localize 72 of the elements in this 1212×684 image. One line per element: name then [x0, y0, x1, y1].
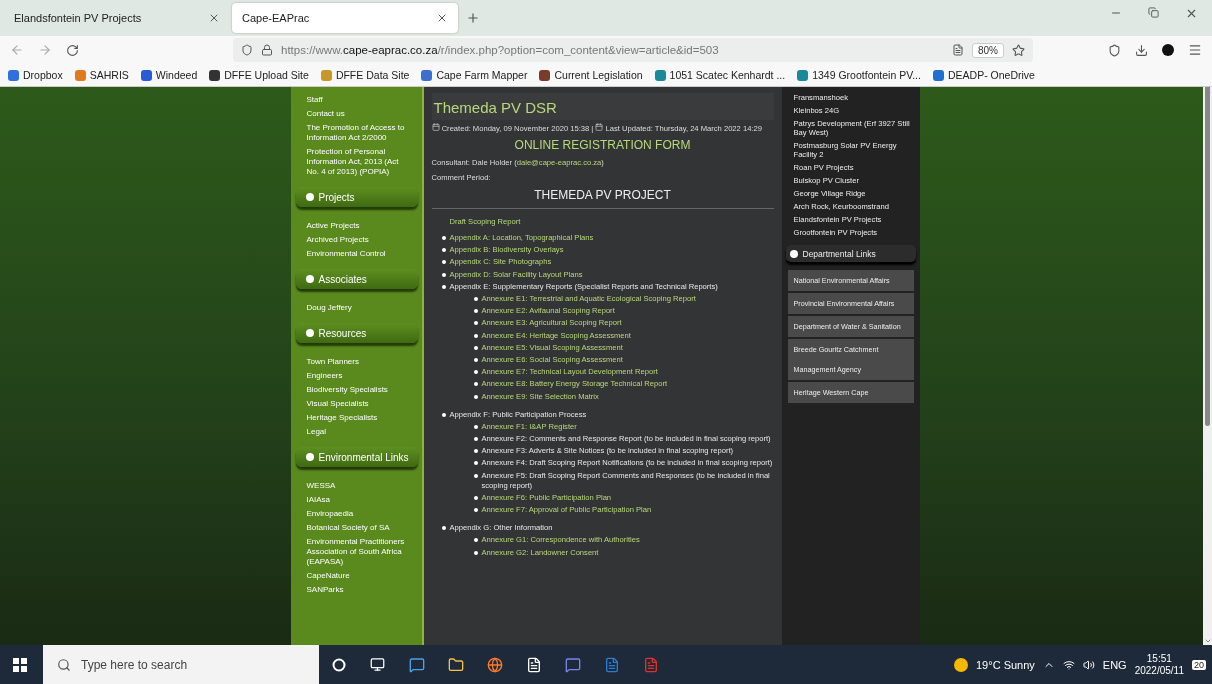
address-bar[interactable]: https://www.cape-eaprac.co.za/r/index.php?option=com_content&view=article&id=503 80%	[233, 38, 1033, 62]
form-heading: ONLINE REGISTRATION FORM	[513, 138, 692, 152]
shield-icon	[241, 44, 253, 56]
menu-link[interactable]: Legal	[295, 425, 418, 439]
close-icon[interactable]	[208, 12, 220, 24]
calendar-icon	[431, 123, 440, 131]
menu-link[interactable]: Environmental Practitioners Association of South Africa (EAPASA)	[295, 535, 418, 569]
download-icon[interactable]	[1135, 43, 1148, 57]
calendar-icon	[595, 123, 604, 131]
menu-link[interactable]: Archived Projects	[295, 233, 418, 247]
section-title: Resources	[318, 327, 367, 339]
sun-icon	[954, 657, 968, 672]
search-icon	[57, 657, 71, 672]
network-icon[interactable]	[1062, 658, 1075, 671]
bookmark[interactable]: Current Legislation	[539, 69, 643, 81]
menu-link[interactable]: Heritage Specialists	[295, 411, 418, 425]
menu-link[interactable]: Staff	[295, 93, 418, 107]
restore-icon[interactable]	[1148, 6, 1159, 20]
bookmark[interactable]: DFFE Upload Site	[209, 69, 309, 81]
menu-link[interactable]: Visual Specialists	[295, 397, 418, 411]
section-title: Environmental Links	[318, 451, 409, 463]
bookmark[interactable]: SAHRIS	[74, 69, 129, 81]
search-field[interactable]: Type here to search	[43, 645, 319, 684]
menu-link[interactable]: WESSA	[295, 479, 418, 493]
bookmark[interactable]: Cape Farm Mapper	[421, 69, 528, 81]
bookmark[interactable]: DEADP- OneDrive	[932, 69, 1035, 81]
browser-tab[interactable]: Elandsfontein PV Projects	[4, 3, 230, 33]
menu-link[interactable]: Contact us	[295, 107, 418, 121]
zoom-level[interactable]: 80%	[972, 42, 1004, 58]
article-title: Themeda PV DSR	[431, 93, 774, 120]
notification-count[interactable]: 20	[1192, 659, 1206, 670]
bullet-icon	[305, 193, 314, 201]
section-title: Departmental Links	[802, 248, 876, 259]
section-title: Projects	[318, 191, 355, 203]
lock-icon	[261, 44, 273, 56]
menu-link[interactable]: Engineers	[295, 369, 418, 383]
reload-icon[interactable]	[66, 43, 79, 57]
bookmark[interactable]: Dropbox	[8, 69, 63, 81]
bullet-icon	[305, 275, 314, 283]
menu-link[interactable]: Town Planners	[295, 355, 418, 369]
menu-icon[interactable]	[1188, 43, 1202, 57]
section-title: Associates	[318, 273, 367, 285]
reader-icon[interactable]	[952, 44, 964, 56]
bullet-icon	[305, 453, 314, 461]
menu-link[interactable]: CapeNature	[295, 569, 418, 583]
browser-tab[interactable]: Cape-EAPrac	[232, 3, 458, 33]
clock[interactable]: 15:51 2022/05/11	[1134, 652, 1184, 677]
speaker-icon[interactable]	[1082, 658, 1095, 671]
menu-link[interactable]: Enviropaedia	[295, 507, 418, 521]
account-icon[interactable]	[1162, 44, 1174, 56]
menu-link[interactable]: SANParks	[295, 583, 418, 597]
bullet-icon	[305, 329, 314, 337]
menu-link[interactable]: IAIAsa	[295, 493, 418, 507]
menu-link[interactable]: The Promotion of Access to Information Act 2/2000	[295, 121, 418, 145]
language-indicator[interactable]: ENG	[1102, 658, 1127, 671]
bookmark[interactable]: 1051 Scatec Kenhardt ...	[654, 69, 786, 81]
bullet-icon	[789, 249, 798, 258]
new-tab-icon[interactable]	[466, 11, 480, 25]
menu-link[interactable]: Botanical Society of SA	[295, 521, 418, 535]
bookmark[interactable]: Windeed	[140, 69, 198, 81]
menu-link[interactable]: Protection of Personal Information Act, 2013 (Act No. 4 of 2013) (POPIA)	[295, 145, 418, 179]
menu-link[interactable]: Biodiversity Specialists	[295, 383, 418, 397]
menu-link[interactable]: Environmental Control	[295, 247, 418, 261]
scroll-down-icon[interactable]	[1203, 637, 1212, 645]
menu-link[interactable]: Active Projects	[295, 219, 418, 233]
menu-link[interactable]: Doug Jeffery	[295, 301, 418, 315]
star-icon[interactable]	[1012, 43, 1025, 57]
project-heading: THEMEDA PV PROJECT	[431, 188, 774, 209]
bookmark[interactable]: 1349 Grootfontein PV...	[797, 69, 921, 81]
close-icon[interactable]	[436, 12, 448, 24]
bookmark[interactable]: DFFE Data Site	[320, 69, 410, 81]
weather-text[interactable]: 19°C Sunny	[976, 658, 1035, 671]
